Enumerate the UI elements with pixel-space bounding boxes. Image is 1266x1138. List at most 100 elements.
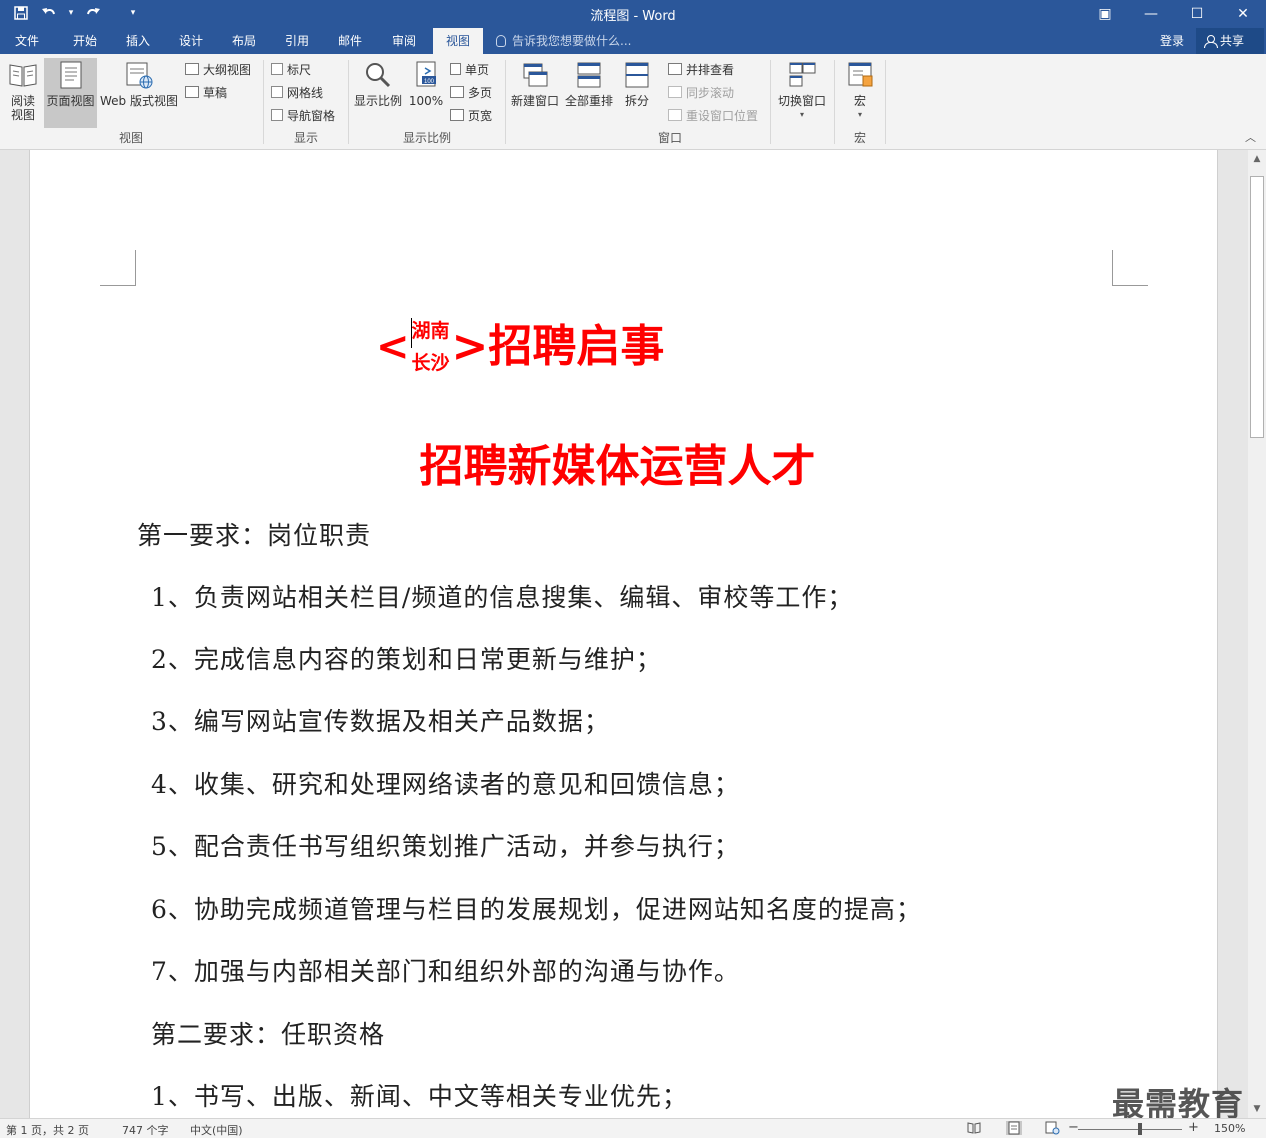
ribbon: 阅读 视图 页面视图 Web 版式视图 大纲视图 草稿 视图 标尺 网格线 导航… <box>0 54 1266 150</box>
new-window-icon <box>523 63 548 87</box>
web-layout-button[interactable]: Web 版式视图 <box>98 58 180 128</box>
minimize-button[interactable]: — <box>1128 0 1174 28</box>
group-zoom-label: 显示比例 <box>402 131 451 145</box>
macros-dropdown-icon: ▾ <box>857 110 862 119</box>
group-window: 新建窗口 全部重排 拆分 并排查看 同步滚动 重设窗口位置 切换窗口 ▾ 窗口 <box>506 54 834 150</box>
ruler-checkbox[interactable]: 标尺 <box>271 59 311 79</box>
status-bar: 第 1 页，共 2 页 747 个字 中文(中国) − + 150% <box>0 1118 1266 1138</box>
tell-me-search[interactable]: 告诉我您想要做什么... <box>496 28 631 54</box>
tab-file[interactable]: 文件 <box>4 28 50 54</box>
gridlines-checkbox[interactable]: 网格线 <box>271 82 323 102</box>
tab-insert[interactable]: 插入 <box>115 28 161 54</box>
zoom-percentage[interactable]: 150% <box>1214 1122 1245 1135</box>
combined-characters: 湖南 长沙 <box>410 315 450 379</box>
arrange-all-label: 全部重排 <box>564 94 613 108</box>
nav-pane-checkbox[interactable]: 导航窗格 <box>271 105 335 125</box>
redo-icon[interactable] <box>80 2 106 24</box>
reset-position-button[interactable]: 重设窗口位置 <box>668 105 758 125</box>
close-button[interactable]: ✕ <box>1220 0 1266 28</box>
heading-open-bracket: < <box>376 324 410 370</box>
side-by-side-button[interactable]: 并排查看 <box>668 59 734 79</box>
print-layout-view-icon[interactable] <box>1006 1121 1022 1135</box>
read-mode-label-2: 视图 <box>10 108 35 122</box>
section-heading-2: 第二要求：任职资格 <box>151 1020 386 1049</box>
ribbon-tabs: 文件 开始 插入 设计 布局 引用 邮件 审阅 视图 告诉我您想要做什么... … <box>0 28 1266 54</box>
tab-references[interactable]: 引用 <box>274 28 320 54</box>
arrange-all-button[interactable]: 全部重排 <box>563 58 615 128</box>
gridlines-label: 网格线 <box>287 85 324 100</box>
new-window-label: 新建窗口 <box>510 94 559 108</box>
sync-scroll-label: 同步滚动 <box>686 85 735 100</box>
customize-qat-icon[interactable]: ▾ <box>126 2 140 24</box>
tab-review[interactable]: 审阅 <box>380 28 428 54</box>
print-layout-button[interactable]: 页面视图 <box>44 58 97 128</box>
collapse-ribbon-icon[interactable]: ︿ <box>1245 129 1256 145</box>
zoom-out-button[interactable]: − <box>1068 1120 1079 1135</box>
print-layout-icon <box>60 61 81 89</box>
tab-layout[interactable]: 布局 <box>221 28 267 54</box>
outline-label: 大纲视图 <box>203 62 252 77</box>
reset-position-icon <box>668 109 682 121</box>
ruler-check-box[interactable] <box>271 63 283 75</box>
page-width-button[interactable]: 页宽 <box>450 105 492 125</box>
undo-icon[interactable] <box>36 2 62 24</box>
window-title: 流程图 - Word <box>590 9 676 24</box>
zoom-slider-thumb[interactable] <box>1138 1123 1142 1135</box>
share-button[interactable]: 共享 <box>1196 28 1264 54</box>
zoom-100-label: 100% <box>408 94 444 108</box>
split-icon <box>625 62 649 88</box>
macros-button[interactable]: 宏 ▾ <box>839 58 881 128</box>
tab-design[interactable]: 设计 <box>168 28 214 54</box>
document-area: < 湖南 长沙 >招聘启事 招聘新媒体运营人才 第一要求：岗位职责 1、负责网站… <box>0 150 1248 1118</box>
nav-pane-check-box[interactable] <box>271 109 283 121</box>
main-heading: < 湖南 长沙 >招聘启事 <box>376 312 664 382</box>
margin-corner-mark <box>1112 250 1148 286</box>
list-item: 3、编写网站宣传数据及相关产品数据； <box>151 707 610 736</box>
read-mode-label-1: 阅读 <box>10 94 35 108</box>
scroll-down-icon[interactable]: ▼ <box>1248 1100 1266 1118</box>
sync-scroll-button[interactable]: 同步滚动 <box>668 82 734 102</box>
zoom-slider-track[interactable] <box>1078 1129 1182 1130</box>
tab-view[interactable]: 视图 <box>433 28 483 54</box>
new-window-button[interactable]: 新建窗口 <box>509 58 561 128</box>
switch-windows-button[interactable]: 切换窗口 ▾ <box>774 58 830 128</box>
web-layout-view-icon[interactable] <box>1044 1121 1060 1135</box>
undo-dropdown-icon[interactable]: ▾ <box>64 2 78 24</box>
vertical-scrollbar[interactable]: ▲ ▼ <box>1248 150 1266 1118</box>
group-macros: 宏 ▾ 宏 <box>835 54 885 150</box>
outline-icon <box>185 63 199 75</box>
gridlines-check-box[interactable] <box>271 86 283 98</box>
zoom-button[interactable]: 显示比例 <box>352 58 404 128</box>
zoom-100-icon: 100 <box>416 61 436 87</box>
group-window-label: 窗口 <box>657 131 682 145</box>
multi-page-button[interactable]: 多页 <box>450 82 492 102</box>
document-page[interactable]: < 湖南 长沙 >招聘启事 招聘新媒体运营人才 第一要求：岗位职责 1、负责网站… <box>29 150 1218 1118</box>
zoom-label: 显示比例 <box>353 94 402 108</box>
person-icon <box>1204 35 1218 48</box>
scrollbar-thumb[interactable] <box>1250 176 1264 438</box>
sign-in-link[interactable]: 登录 <box>1160 28 1184 54</box>
split-label: 拆分 <box>624 94 649 108</box>
draft-button[interactable]: 草稿 <box>185 82 227 102</box>
word-count[interactable]: 747 个字 <box>122 1122 169 1138</box>
group-macros-label: 宏 <box>853 131 866 145</box>
side-by-side-label: 并排查看 <box>686 62 735 77</box>
split-button[interactable]: 拆分 <box>617 58 657 128</box>
tab-home[interactable]: 开始 <box>62 28 108 54</box>
share-label: 共享 <box>1220 34 1245 48</box>
zoom-in-button[interactable]: + <box>1188 1120 1199 1135</box>
language-indicator[interactable]: 中文(中国) <box>190 1122 243 1138</box>
tab-mailings[interactable]: 邮件 <box>327 28 373 54</box>
page-width-label: 页宽 <box>468 108 493 123</box>
one-page-button[interactable]: 单页 <box>450 59 489 79</box>
scroll-up-icon[interactable]: ▲ <box>1248 150 1266 168</box>
maximize-button[interactable]: ☐ <box>1174 0 1220 28</box>
zoom-100-button[interactable]: 100 100% <box>406 58 446 128</box>
read-mode-view-icon[interactable] <box>966 1121 982 1135</box>
outline-button[interactable]: 大纲视图 <box>185 59 251 79</box>
read-mode-button[interactable]: 阅读 视图 <box>4 58 42 128</box>
ribbon-display-options-icon[interactable]: ▣ <box>1082 0 1128 28</box>
group-zoom: 显示比例 100 100% 单页 多页 页宽 显示比例 <box>349 54 505 150</box>
page-count[interactable]: 第 1 页，共 2 页 <box>6 1122 89 1138</box>
save-icon[interactable] <box>8 2 34 24</box>
